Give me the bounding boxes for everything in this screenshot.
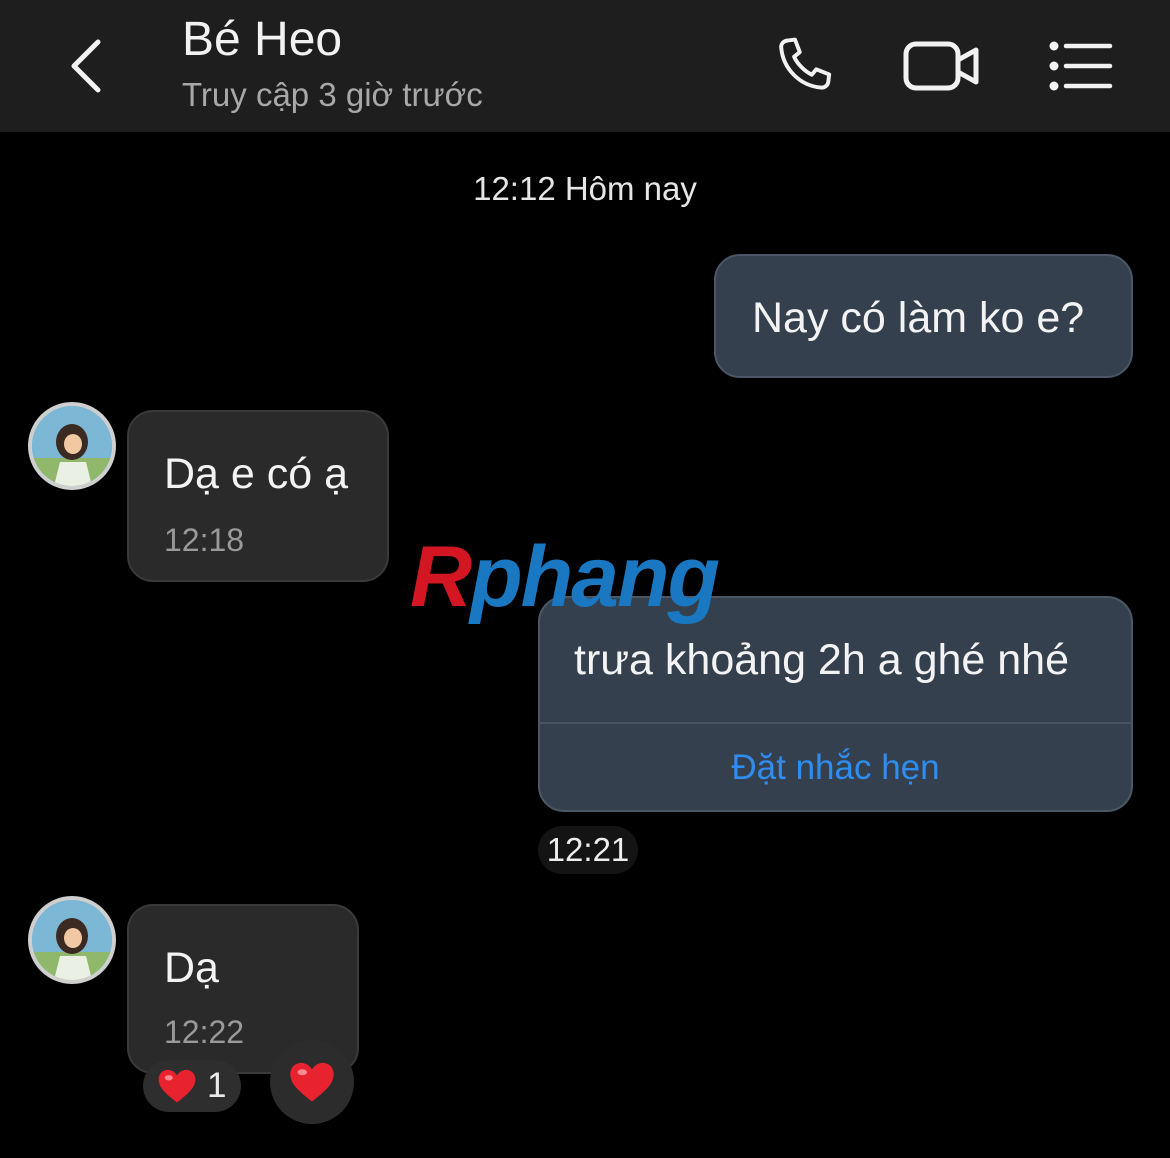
set-reminder-button[interactable]: Đặt nhắc hẹn (540, 748, 1131, 788)
incoming-message[interactable]: Dạ e có ạ 12:18 (127, 410, 389, 582)
menu-button[interactable] (1044, 30, 1116, 102)
heart-icon (158, 1069, 196, 1103)
message-text: Dạ (164, 944, 219, 992)
reaction-summary[interactable]: 1 (143, 1060, 241, 1112)
video-call-button[interactable] (900, 30, 984, 102)
contact-avatar[interactable] (28, 402, 116, 490)
message-text: Nay có làm ko e? (752, 294, 1085, 342)
avatar-image (32, 406, 112, 486)
message-time: 12:18 (164, 522, 245, 558)
contact-status: Truy cập 3 giờ trước (182, 76, 483, 113)
outgoing-message[interactable]: trưa khoảng 2h a ghé nhé Đặt nhắc hẹn (538, 596, 1133, 812)
call-button[interactable] (768, 30, 840, 102)
chat-header: Bé Heo Truy cập 3 giờ trước (0, 0, 1170, 132)
contact-name[interactable]: Bé Heo (182, 12, 342, 67)
contact-avatar[interactable] (28, 896, 116, 984)
message-time: 12:22 (164, 1014, 245, 1050)
watermark-first-letter: R (410, 529, 472, 625)
react-heart-button[interactable] (270, 1040, 354, 1124)
message-divider (540, 722, 1131, 724)
watermark-logo: Rphang (410, 528, 720, 627)
heart-icon (290, 1062, 334, 1102)
message-text: trưa khoảng 2h a ghé nhé (574, 636, 1070, 684)
back-chevron-icon (71, 39, 101, 93)
menu-list-icon (1049, 41, 1113, 91)
video-camera-icon (903, 41, 979, 91)
avatar-image (32, 900, 112, 980)
watermark-rest: phang (470, 529, 720, 625)
date-separator: 12:12 Hôm nay (473, 170, 697, 207)
message-text: Dạ e có ạ (164, 450, 349, 498)
back-button[interactable] (58, 30, 118, 100)
outgoing-message[interactable]: Nay có làm ko e? (714, 254, 1133, 378)
reaction-count: 1 (207, 1066, 227, 1105)
phone-icon (779, 37, 832, 90)
message-time: 12:21 (538, 826, 638, 874)
